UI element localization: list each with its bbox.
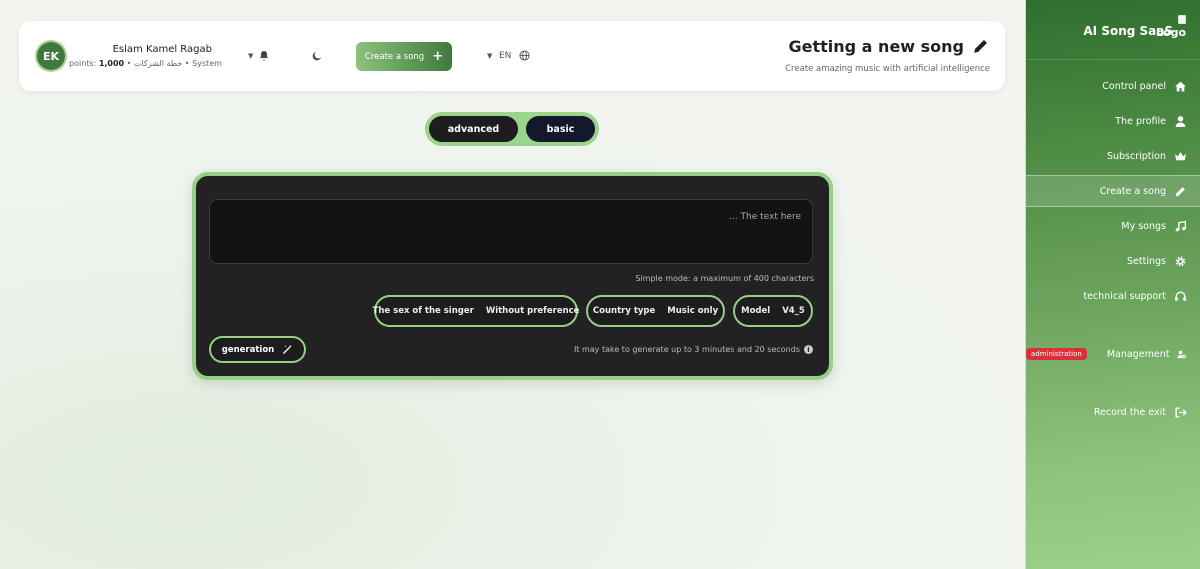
sidebar-item-label: Record the exit — [1093, 406, 1166, 418]
sidebar-item-label: Subscription — [1106, 150, 1166, 162]
generation-time-note: It may take to generate up to 3 minutes … — [574, 345, 813, 354]
sidebar-item-label: The profile — [1115, 115, 1166, 127]
user-name: Eslam Kamel Ragab — [112, 44, 212, 55]
language-code[interactable]: EN — [499, 51, 511, 61]
create-song-button[interactable]: Create a song + — [356, 42, 452, 71]
generation-time-text: It may take to generate up to 3 minutes … — [573, 345, 800, 354]
model-label: Model — [741, 306, 771, 316]
top-bar: EK Eslam Kamel Ragab points: 1,000 • خطة… — [19, 21, 1005, 91]
sidebar-item-logout[interactable]: Record the exit — [1026, 396, 1200, 428]
sidebar-item-label: Create a song — [1099, 185, 1166, 197]
generate-button[interactable]: generation — [209, 336, 306, 363]
model-select[interactable]: Model V4_5 — [733, 295, 813, 327]
sidebar-item-label: Management — [1106, 348, 1170, 360]
sidebar-divider — [1026, 59, 1200, 60]
crown-icon — [1175, 151, 1186, 160]
pencil-icon — [974, 40, 987, 53]
mode-advanced-button[interactable]: advanced — [429, 116, 518, 142]
mode-basic-button[interactable]: basic — [526, 116, 595, 142]
sidebar-item-my-songs[interactable]: My songs — [1026, 210, 1200, 242]
page-title: Getting a new song — [788, 37, 965, 56]
lyrics-textarea[interactable]: ... The text here — [209, 199, 813, 264]
page-subtitle: Create amazing music with artificial int… — [785, 64, 990, 74]
home-icon — [1175, 81, 1186, 91]
sidebar-item-create-song[interactable]: Create a song — [1026, 175, 1200, 207]
country-type-label: Country type — [592, 306, 656, 316]
mode-toggle: advanced basic — [425, 112, 599, 146]
headset-icon — [1175, 291, 1186, 301]
sidebar-item-subscription[interactable]: Subscription — [1026, 140, 1200, 172]
logo-alt-text: Logo — [1156, 26, 1186, 40]
logo: Logo — [1156, 15, 1186, 39]
user-meta: points: 1,000 • خطة الشركات • System — [69, 59, 222, 68]
gear-icon — [1175, 256, 1186, 266]
country-type-value: Music only — [667, 306, 719, 316]
language-caret-icon[interactable]: ▼ — [487, 52, 492, 60]
singer-sex-value: Without preference — [485, 306, 580, 316]
points-value: 1,000 — [98, 59, 125, 68]
info-icon[interactable]: i — [804, 345, 813, 354]
create-song-label: Create a song — [364, 51, 425, 62]
plan-text: • خطة الشركات • System — [126, 59, 222, 68]
song-form-card: ... The text here Simple mode: a maximum… — [192, 172, 833, 380]
main-area: EK Eslam Kamel Ragab points: 1,000 • خطة… — [0, 0, 1025, 569]
music-icon — [1175, 220, 1187, 231]
broken-image-icon — [1178, 15, 1186, 24]
logout-icon — [1175, 406, 1187, 418]
sidebar-item-profile[interactable]: The profile — [1026, 105, 1200, 137]
administration-badge: administration — [1026, 348, 1087, 360]
pencil-icon — [1175, 186, 1185, 196]
magic-wand-icon — [283, 344, 292, 354]
globe-icon[interactable] — [519, 50, 530, 61]
singer-sex-select[interactable]: The sex of the singer Without preference — [372, 295, 580, 327]
generate-label: generation — [221, 344, 275, 355]
sidebar-item-label: My songs — [1121, 220, 1166, 232]
singer-sex-label: The sex of the singer — [372, 306, 474, 316]
sidebar-item-management[interactable]: administration Management — [1026, 338, 1200, 370]
moon-icon[interactable] — [311, 50, 323, 62]
sidebar-item-control-panel[interactable]: Control panel — [1026, 70, 1200, 102]
avatar[interactable]: EK — [37, 42, 65, 70]
sidebar: AI Song SaaS Logo Control panel The prof… — [1025, 0, 1200, 569]
sidebar-item-technical-support[interactable]: technical support — [1026, 280, 1200, 312]
sidebar-item-label: Settings — [1127, 255, 1166, 267]
sidebar-item-label: Control panel — [1102, 80, 1166, 92]
character-limit-hint: Simple mode: a maximum of 400 characters — [635, 274, 814, 283]
notifications-caret-icon[interactable]: ▼ — [248, 52, 253, 60]
country-type-select[interactable]: Country type Music only — [586, 295, 725, 327]
sidebar-item-settings[interactable]: Settings — [1026, 245, 1200, 277]
points-label: points: — [69, 59, 97, 68]
plus-icon: + — [432, 49, 444, 64]
sidebar-item-label: technical support — [1083, 290, 1166, 302]
user-icon — [1175, 115, 1186, 127]
user-cog-icon — [1177, 350, 1187, 358]
bell-icon[interactable] — [258, 50, 270, 62]
model-value: V4_5 — [782, 306, 805, 316]
